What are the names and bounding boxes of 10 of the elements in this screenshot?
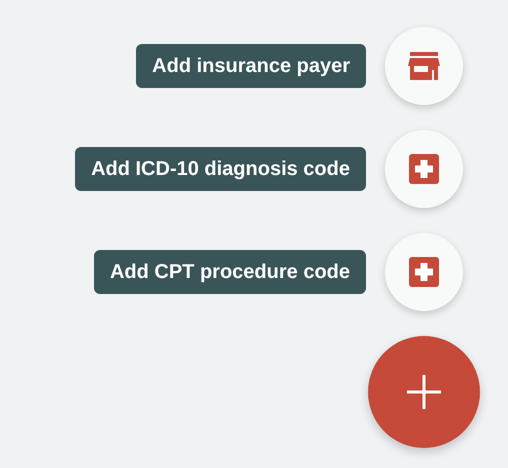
action-label: Add ICD-10 diagnosis code <box>75 147 366 191</box>
action-label: Add insurance payer <box>136 44 366 88</box>
plus-icon <box>407 375 441 409</box>
medical-cross-icon <box>409 154 439 184</box>
medical-cross-icon <box>409 257 439 287</box>
store-icon <box>408 52 440 80</box>
action-button[interactable] <box>385 233 463 311</box>
action-label: Add CPT procedure code <box>94 250 366 294</box>
action-button[interactable] <box>385 27 463 105</box>
action-button[interactable] <box>385 130 463 208</box>
